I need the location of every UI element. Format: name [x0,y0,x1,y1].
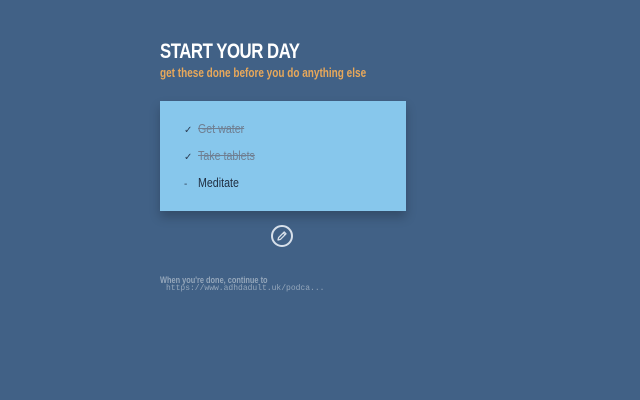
task-card: ✓ Get water ✓ Take tablets - Meditate [160,101,406,211]
task-item-take-tablets[interactable]: ✓ Take tablets [184,148,267,164]
page-subtitle: get these done before you do anything el… [160,66,367,80]
page-title: START YOUR DAY [160,40,300,63]
task-label: Get water [198,121,245,136]
task-label: Take tablets [198,148,255,163]
task-label: Meditate [198,175,239,190]
task-item-get-water[interactable]: ✓ Get water [184,121,254,137]
continue-link[interactable]: https://www.adhdadult.uk/podca... [166,284,324,293]
check-icon: ✓ [184,152,193,163]
edit-button[interactable] [271,225,293,247]
check-icon: ✓ [184,125,193,136]
dash-icon: - [184,179,188,190]
pencil-icon [277,231,287,241]
task-item-meditate[interactable]: - Meditate [184,175,248,191]
